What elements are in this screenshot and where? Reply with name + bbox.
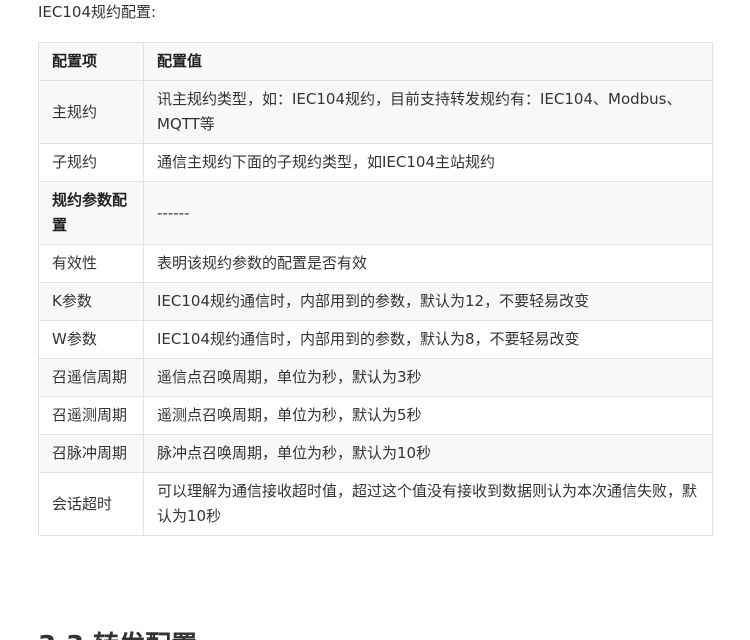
intro-text: IEC104规约配置: xyxy=(38,3,157,21)
row-item: 规约参数配置 xyxy=(38,181,144,245)
row-item: K参数 xyxy=(38,282,144,321)
section-heading: 3.3 转发配置 xyxy=(38,628,197,640)
table-row: W参数 IEC104规约通信时，内部用到的参数，默认为8，不要轻易改变 xyxy=(38,320,713,359)
row-item: 子规约 xyxy=(38,143,144,182)
row-value: 通信主规约下面的子规约类型，如IEC104主站规约 xyxy=(143,143,713,182)
row-value: 表明该规约参数的配置是否有效 xyxy=(143,244,713,283)
table-row: 有效性 表明该规约参数的配置是否有效 xyxy=(38,244,713,283)
table-row: 主规约 讯主规约类型，如：IEC104规约，目前支持转发规约有：IEC104、M… xyxy=(38,80,713,144)
row-item: 召脉冲周期 xyxy=(38,434,144,473)
table-row: 子规约 通信主规约下面的子规约类型，如IEC104主站规约 xyxy=(38,143,713,182)
row-item: 召遥测周期 xyxy=(38,396,144,435)
table-row: 召脉冲周期 脉冲点召唤周期，单位为秒，默认为10秒 xyxy=(38,434,713,473)
row-value: IEC104规约通信时，内部用到的参数，默认为12，不要轻易改变 xyxy=(143,282,713,321)
row-item: 有效性 xyxy=(38,244,144,283)
row-value: ------ xyxy=(143,181,713,245)
row-item: 会话超时 xyxy=(38,472,144,536)
table-header-row: 配置项 配置值 xyxy=(38,42,713,81)
row-value: 讯主规约类型，如：IEC104规约，目前支持转发规约有：IEC104、Modbu… xyxy=(143,80,713,144)
row-value: 可以理解为通信接收超时值，超过这个值没有接收到数据则认为本次通信失败，默认为10… xyxy=(143,472,713,536)
table-row: 会话超时 可以理解为通信接收超时值，超过这个值没有接收到数据则认为本次通信失败，… xyxy=(38,472,713,536)
row-value: 脉冲点召唤周期，单位为秒，默认为10秒 xyxy=(143,434,713,473)
header-item: 配置项 xyxy=(38,42,144,81)
row-value: 遥信点召唤周期，单位为秒，默认为3秒 xyxy=(143,358,713,397)
row-item: W参数 xyxy=(38,320,144,359)
row-item: 主规约 xyxy=(38,80,144,144)
row-item: 召遥信周期 xyxy=(38,358,144,397)
row-value: IEC104规约通信时，内部用到的参数，默认为8，不要轻易改变 xyxy=(143,320,713,359)
header-value: 配置值 xyxy=(143,42,713,81)
table-row: 召遥测周期 遥测点召唤周期，单位为秒，默认为5秒 xyxy=(38,396,713,435)
config-table: 配置项 配置值 主规约 讯主规约类型，如：IEC104规约，目前支持转发规约有：… xyxy=(38,42,713,536)
table-row: 召遥信周期 遥信点召唤周期，单位为秒，默认为3秒 xyxy=(38,358,713,397)
table-row: K参数 IEC104规约通信时，内部用到的参数，默认为12，不要轻易改变 xyxy=(38,282,713,321)
row-value: 遥测点召唤周期，单位为秒，默认为5秒 xyxy=(143,396,713,435)
table-row: 规约参数配置 ------ xyxy=(38,181,713,245)
